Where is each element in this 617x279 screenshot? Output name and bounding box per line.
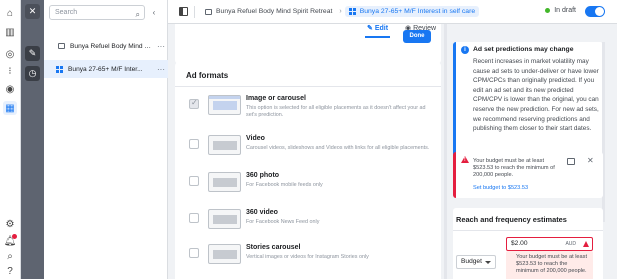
audience-icon[interactable]: ◉ [3,82,17,96]
reach-title: Reach and frequency estimates [456,215,567,224]
close-icon[interactable]: ✕ [25,4,40,19]
ad-formats-title: Ad formats [186,71,229,80]
format-option-stories-carousel: Stories carousel Vertical images or vide… [186,243,436,273]
breadcrumb-label: Bunya Refuel Body Mind Spirit Retreat [216,8,333,15]
close-icon[interactable]: ✕ [587,156,594,165]
main-scrollbar[interactable] [444,24,447,279]
left-rail: ⌂ ▥ ◎ ⁝ ◉ ▦ ⚙ 🔔︎ ⌕ ? [0,0,21,279]
table-icon[interactable]: ▦ [3,101,17,115]
status-text: In draft [554,7,576,14]
feedback-icon[interactable] [567,158,575,165]
format-checkbox[interactable] [189,248,199,258]
breadcrumb-campaign[interactable]: Bunya Refuel Body Mind Spirit Retreat [201,6,336,17]
home-icon[interactable]: ⌂ [3,6,17,20]
info-icon: i [461,46,469,54]
ad-formats-card: Ad formats Image or carousel This option… [175,62,441,279]
info-body: Recent increases in market volatility ma… [473,58,599,133]
format-checkbox[interactable] [189,98,199,109]
folder-icon [205,8,212,15]
profile-avatar-icon[interactable]: ◎ [3,47,17,61]
warning-icon [461,156,469,163]
format-title: Image or carousel [246,95,306,102]
budget-type-value: Budget [461,258,482,265]
tree-item-adset[interactable]: Bunya 27-65+ M/F Inter... ··· [44,60,168,78]
history-icon[interactable]: ◷ [25,66,40,81]
set-budget-link[interactable]: Set budget to $523.53 [473,185,528,191]
search-placeholder: Search [55,9,78,16]
search-icon: ⌕ [135,10,140,19]
format-description: Vertical images or videos for Instagram … [246,254,369,260]
format-description: Carousel videos, slideshows and Videos w… [246,145,430,151]
status-dot [545,8,551,13]
info-title: Ad set predictions may change [473,46,574,53]
notifications-icon[interactable]: 🔔︎ [3,234,17,248]
predictions-info-card: i Ad set predictions may change Recent i… [453,42,603,168]
format-title: 360 video [246,209,278,216]
format-description: For Facebook mobile feeds only [246,182,323,188]
format-title: 360 photo [246,172,280,179]
chevron-down-icon [485,261,491,264]
format-option-360-photo: 360 photo For Facebook mobile feeds only [186,171,436,201]
divider [453,230,603,231]
more-icon[interactable]: ··· [154,65,168,74]
action-strip: ✕ ✎ ◷ [21,0,44,279]
apps-icon[interactable]: ⁝ [3,64,17,78]
publish-toggle[interactable] [585,6,605,17]
settings-icon[interactable]: ⚙ [3,217,17,231]
budget-type-dropdown[interactable]: Budget [456,255,496,269]
video-format-thumbnail [208,135,241,155]
analytics-icon[interactable]: ▥ [3,25,17,39]
folder-icon [58,43,65,49]
format-option-360-video: 360 video For Facebook News Feed only [186,208,436,238]
format-option-video: Video Carousel videos, slideshows and Vi… [186,134,436,164]
editor-header: ✎ Edit ◉ Review Done [175,24,441,64]
collapse-icon[interactable]: ‹ [148,6,160,18]
currency-label: AUD [565,241,576,247]
tree-item-label: Bunya Refuel Body Mind S... [70,42,154,50]
campaign-tree: Search ⌕ ‹ Bunya Refuel Body Mind S... ·… [44,0,168,279]
format-checkbox[interactable] [189,176,199,186]
search-input[interactable]: Search ⌕ [49,5,145,20]
warning-text: Your budget must be at least $523.53 to … [473,158,555,179]
format-title: Stories carousel [246,244,301,251]
divider [175,86,441,87]
format-description: This option is selected for all eligible… [246,105,426,118]
budget-input[interactable]: $2.00 AUD [506,237,593,251]
notification-badge [12,234,17,239]
tab-edit[interactable]: ✎ Edit [365,24,391,38]
search-icon[interactable]: ⌕ [3,249,17,263]
image-format-thumbnail [208,95,241,115]
status-indicator: In draft [545,7,576,14]
360-photo-thumbnail [208,172,241,192]
main-panel: ✎ Edit ◉ Review Done Ad formats Image or… [168,24,450,279]
budget-value: $2.00 [511,240,528,247]
format-title: Video [246,135,265,142]
format-option-image: Image or carousel This option is selecte… [186,94,436,124]
edit-icon[interactable]: ✎ [25,46,40,61]
tab-edit-label: Edit [374,25,389,32]
top-bar: Bunya Refuel Body Mind Spirit Retreat › … [168,0,617,24]
divider [194,5,195,18]
reach-frequency-card: Reach and frequency estimates $2.00 AUD … [453,208,603,279]
tree-item-label: Bunya 27-65+ M/F Inter... [68,65,143,73]
breadcrumb-adset[interactable]: Bunya 27-65+ M/F Interest in self care [344,6,480,17]
adset-icon [56,65,63,73]
budget-warning-card: Your budget must be at least $523.53 to … [453,152,603,198]
tree-item-campaign[interactable]: Bunya Refuel Body Mind S... ··· [44,37,168,55]
help-icon[interactable]: ? [3,264,17,278]
more-icon[interactable]: ··· [154,42,168,51]
done-button[interactable]: Done [403,30,431,43]
breadcrumb-separator: › [339,8,342,15]
panel-toggle-icon[interactable] [179,7,188,16]
360-video-thumbnail [208,209,241,229]
format-description: For Facebook News Feed only [246,219,320,225]
adset-icon [348,8,356,15]
breadcrumb-label: Bunya 27-65+ M/F Interest in self care [359,8,476,15]
right-panel: i Ad set predictions may change Recent i… [450,24,617,279]
format-checkbox[interactable] [189,139,199,149]
stories-carousel-thumbnail [208,244,241,264]
format-checkbox[interactable] [189,213,199,223]
budget-error: Your budget must be at least $523.53 to … [506,251,593,279]
warning-icon [583,241,589,247]
